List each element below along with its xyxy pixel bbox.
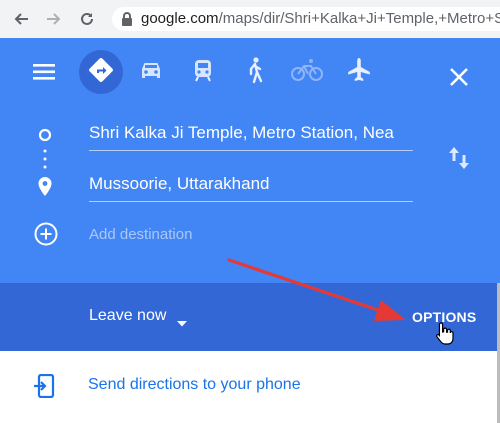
driving-mode-button[interactable] (129, 50, 173, 94)
close-icon[interactable] (449, 67, 469, 87)
walk-icon (244, 56, 266, 89)
bicycle-icon (291, 58, 323, 87)
send-directions-link[interactable]: Send directions to your phone (88, 376, 301, 394)
origin-input[interactable]: Shri Kalka Ji Temple, Metro Station, Nea (89, 120, 413, 151)
leave-now-dropdown[interactable]: Leave now (89, 307, 166, 325)
origin-circle-icon (38, 128, 52, 142)
plane-icon (346, 57, 372, 88)
menu-icon[interactable] (33, 62, 57, 82)
url-host: google.com (141, 10, 219, 27)
lock-icon (120, 11, 134, 27)
directions-mode-button[interactable] (79, 50, 123, 94)
swap-icon[interactable] (448, 145, 470, 171)
destination-input[interactable]: Mussoorie, Uttarakhand (89, 171, 413, 202)
url-text[interactable]: google.com/maps/dir/Shri+Kalka+Ji+Temple… (141, 10, 500, 27)
dropdown-caret-icon[interactable] (177, 314, 187, 327)
destination-pin-icon (38, 177, 52, 197)
car-icon (138, 59, 164, 86)
cursor-hand-icon (436, 321, 454, 345)
reload-icon[interactable] (77, 9, 97, 29)
url-path: /maps/dir/Shri+Kalka+Ji+Temple,+Metro+St… (218, 10, 500, 27)
back-arrow-icon[interactable] (11, 9, 31, 29)
directions-icon (88, 57, 114, 88)
add-destination-icon[interactable] (34, 222, 58, 246)
walking-mode-button[interactable] (233, 50, 277, 94)
route-dots-icon (43, 148, 47, 172)
browser-toolbar: google.com/maps/dir/Shri+Kalka+Ji+Temple… (0, 0, 500, 38)
send-to-phone-icon (33, 373, 55, 399)
annotation-arrow (224, 254, 410, 326)
cycling-mode-button[interactable] (285, 50, 329, 94)
flights-mode-button[interactable] (337, 50, 381, 94)
train-icon (192, 58, 214, 87)
add-destination-input[interactable]: Add destination (89, 226, 192, 243)
transit-mode-button[interactable] (181, 50, 225, 94)
forward-arrow-icon[interactable] (44, 9, 64, 29)
